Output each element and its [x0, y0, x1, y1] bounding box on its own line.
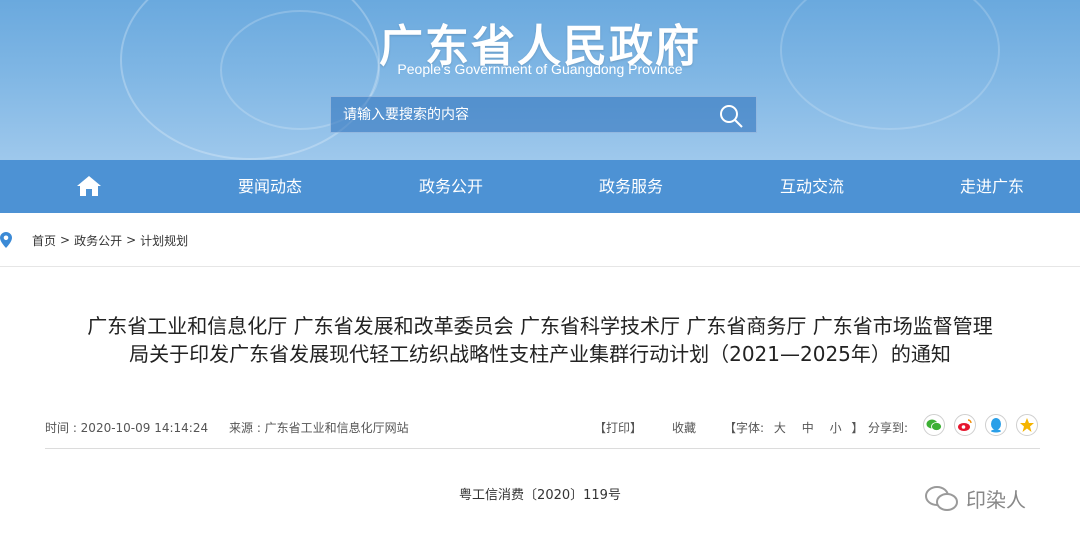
nav-item-about[interactable]: 走进广东	[932, 160, 1052, 213]
nav-item-gov-affairs[interactable]: 政务公开	[391, 160, 511, 213]
search-input[interactable]	[331, 97, 711, 132]
publish-time: 时间 : 2020-10-09 14:14:24	[45, 421, 209, 435]
watermark: 印染人	[924, 484, 1026, 513]
breadcrumb-plans[interactable]: 计划规划	[140, 232, 188, 249]
font-size-suffix: 】	[851, 421, 864, 435]
article-title-line: 广东省工业和信息化厅 广东省发展和改革委员会 广东省科学技术厅 广东省商务厅 广…	[87, 314, 993, 338]
site-subtitle: People's Government of Guangdong Provinc…	[397, 61, 683, 77]
watermark-text: 印染人	[966, 488, 1026, 512]
article-title: 广东省工业和信息化厅 广东省发展和改革委员会 广东省科学技术厅 广东省商务厅 广…	[40, 312, 1040, 368]
breadcrumb: 首页 > 政务公开 > 计划规划	[0, 230, 192, 250]
breadcrumb-separator: >	[126, 233, 137, 247]
print-button[interactable]: 【打印】	[594, 419, 642, 436]
meta-divider	[45, 448, 1040, 449]
font-size-prefix: 【字体:	[724, 421, 765, 435]
font-size-medium[interactable]: 中	[802, 421, 814, 435]
breadcrumb-separator: >	[60, 233, 71, 247]
location-pin-icon	[0, 232, 12, 248]
document-number: 粤工信消费〔2020〕119号	[459, 488, 621, 503]
breadcrumb-home[interactable]: 首页	[32, 232, 56, 249]
font-size-controls: 【字体: 大 中 小 】	[724, 419, 863, 436]
qzone-icon[interactable]	[1016, 414, 1038, 436]
font-size-large[interactable]: 大	[774, 421, 786, 435]
nav-item-services[interactable]: 政务服务	[571, 160, 691, 213]
nav-item-news[interactable]: 要闻动态	[210, 160, 330, 213]
article-source: 来源 : 广东省工业和信息化厅网站	[229, 421, 409, 435]
article-title-line: 局关于印发广东省发展现代轻工纺织战略性支柱产业集群行动计划（2021—2025年…	[129, 342, 951, 366]
search-box	[330, 96, 757, 133]
header-banner: 广东省人民政府 People's Government of Guangdong…	[0, 0, 1080, 160]
favorite-button[interactable]: 收藏	[672, 419, 696, 436]
main-nav: 要闻动态 政务公开 政务服务 互动交流 走进广东	[0, 160, 1080, 213]
qq-icon[interactable]	[985, 414, 1007, 436]
search-icon[interactable]	[718, 103, 744, 129]
home-icon[interactable]	[75, 174, 103, 198]
nav-item-interaction[interactable]: 互动交流	[752, 160, 872, 213]
share-label: 分享到:	[868, 421, 909, 435]
wechat-watermark-icon	[925, 485, 958, 511]
wechat-icon[interactable]	[923, 414, 945, 436]
font-size-small[interactable]: 小	[830, 421, 842, 435]
breadcrumb-gov-affairs[interactable]: 政务公开	[74, 232, 122, 249]
weibo-icon[interactable]	[954, 414, 976, 436]
article-card	[0, 266, 1080, 549]
